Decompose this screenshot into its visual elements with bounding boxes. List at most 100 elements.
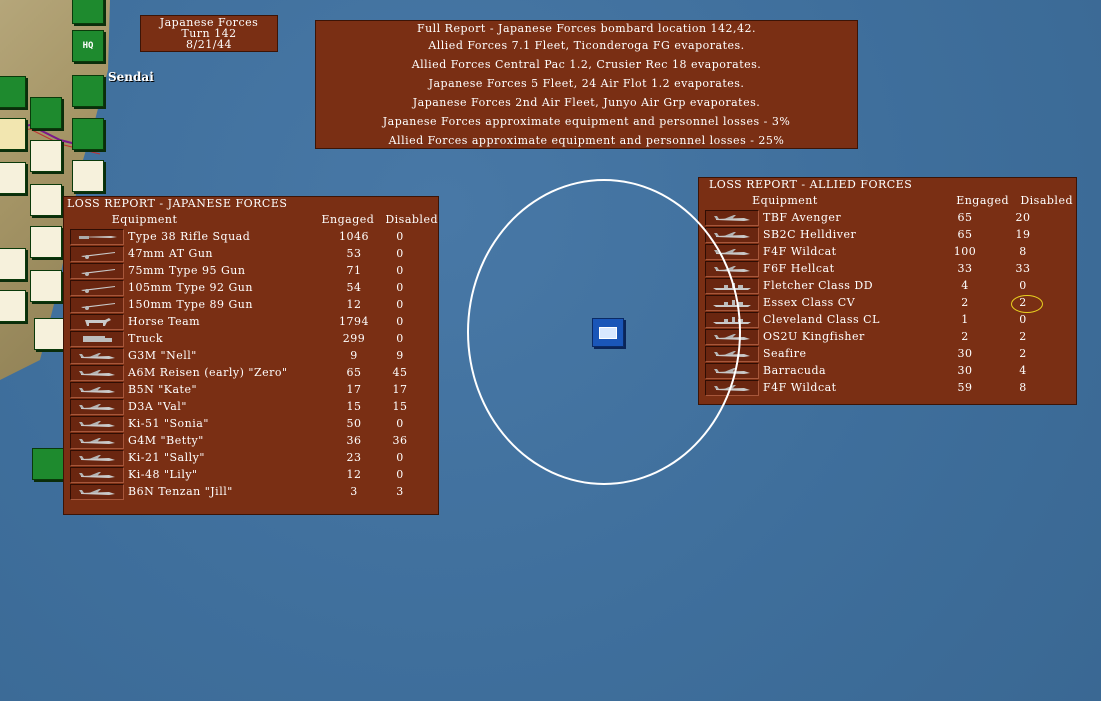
aircraft-icon — [70, 398, 124, 415]
loss-row: G3M "Nell" 9 9 — [64, 347, 438, 364]
equipment-name: Barracuda — [763, 364, 827, 377]
disabled-count: 15 — [392, 400, 408, 413]
disabled-count: 20 — [1015, 211, 1031, 224]
aircraft-icon — [70, 432, 124, 449]
loss-row: B6N Tenzan "Jill" 3 3 — [64, 483, 438, 500]
engaged-count: 1 — [961, 313, 969, 326]
unit-counter[interactable] — [30, 140, 62, 172]
equipment-name: Ki-51 "Sonia" — [128, 417, 209, 430]
equipment-name: B5N "Kate" — [128, 383, 198, 396]
unit-counter[interactable] — [30, 97, 62, 129]
hq-label: HQ — [82, 41, 94, 51]
loss-row: D3A "Val" 15 15 — [64, 398, 438, 415]
col-equipment: Equipment — [752, 194, 818, 207]
col-equipment: Equipment — [111, 213, 178, 226]
turn-info-box: Japanese Forces Turn 142 8/21/44 — [140, 15, 278, 52]
engaged-count: 59 — [957, 381, 973, 394]
equipment-name: G3M "Nell" — [128, 349, 197, 362]
equipment-name: F4F Wildcat — [763, 381, 837, 394]
equipment-name: Essex Class CV — [763, 296, 856, 309]
task-force-icon[interactable] — [592, 318, 624, 347]
engaged-count: 1046 — [339, 230, 369, 243]
unit-counter[interactable] — [0, 290, 26, 322]
unit-counter[interactable] — [72, 75, 104, 107]
unit-counter[interactable] — [72, 0, 104, 24]
engaged-count: 4 — [961, 279, 969, 292]
disabled-count: 3 — [396, 485, 404, 498]
hq-unit-counter[interactable]: HQ — [72, 30, 104, 62]
unit-counter[interactable] — [30, 270, 62, 302]
disabled-count: 0 — [396, 247, 404, 260]
engaged-count: 9 — [350, 349, 358, 362]
engaged-count: 1794 — [339, 315, 369, 328]
equipment-name: SB2C Helldiver — [763, 228, 857, 241]
disabled-count: 19 — [1015, 228, 1031, 241]
equipment-name: B6N Tenzan "Jill" — [128, 485, 233, 498]
engaged-count: 65 — [346, 366, 362, 379]
unit-counter[interactable] — [0, 162, 26, 194]
aircraft-icon — [70, 449, 124, 466]
gun-icon — [70, 262, 124, 279]
engaged-count: 54 — [346, 281, 362, 294]
engaged-count: 71 — [346, 264, 362, 277]
equipment-name: F6F Hellcat — [763, 262, 835, 275]
loss-row: OS2U Kingfisher 2 2 — [699, 328, 1076, 345]
unit-counter[interactable] — [0, 248, 26, 280]
unit-counter[interactable] — [0, 118, 26, 150]
unit-counter[interactable] — [0, 76, 26, 108]
disabled-count: 0 — [396, 315, 404, 328]
disabled-count: 36 — [392, 434, 408, 447]
engaged-count: 100 — [953, 245, 977, 258]
aircraft-icon — [70, 381, 124, 398]
horse-icon — [70, 313, 124, 330]
disabled-count: 0 — [396, 281, 404, 294]
equipment-name: OS2U Kingfisher — [763, 330, 865, 343]
equipment-name: Seafire — [763, 347, 807, 360]
engaged-count: 30 — [957, 364, 973, 377]
disabled-count: 0 — [396, 417, 404, 430]
loss-row: F4F Wildcat 100 8 — [699, 243, 1076, 260]
equipment-name: Ki-48 "Lily" — [128, 468, 198, 481]
disabled-count: 17 — [392, 383, 408, 396]
loss-row: 105mm Type 92 Gun 54 0 — [64, 279, 438, 296]
loss-row: F4F Wildcat 59 8 — [699, 379, 1076, 396]
equipment-name: Fletcher Class DD — [763, 279, 874, 292]
disabled-count: 0 — [396, 468, 404, 481]
loss-row: Type 38 Rifle Squad 1046 0 — [64, 228, 438, 245]
equipment-name: 105mm Type 92 Gun — [128, 281, 253, 294]
col-disabled: Disabled — [385, 213, 438, 226]
disabled-count: 0 — [396, 332, 404, 345]
unit-counter[interactable] — [30, 226, 62, 258]
disabled-count: 8 — [1019, 245, 1027, 258]
engaged-count: 65 — [957, 228, 973, 241]
unit-counter[interactable] — [72, 118, 104, 150]
report-line: Allied Forces approximate equipment and … — [388, 134, 785, 147]
loss-row: Seafire 30 2 — [699, 345, 1076, 362]
engaged-count: 53 — [346, 247, 362, 260]
unit-counter[interactable] — [30, 184, 62, 216]
aircraft-icon — [705, 209, 759, 226]
loss-row: G4M "Betty" 36 36 — [64, 432, 438, 449]
loss-report-title: LOSS REPORT - ALLIED FORCES — [709, 178, 913, 191]
loss-row: Ki-21 "Sally" 23 0 — [64, 449, 438, 466]
full-report-panel: Full Report - Japanese Forces bombard lo… — [315, 20, 858, 149]
engaged-count: 299 — [342, 332, 366, 345]
allied-loss-report: LOSS REPORT - ALLIED FORCES Equipment En… — [698, 177, 1077, 405]
unit-counter[interactable] — [34, 318, 66, 350]
engaged-count: 33 — [957, 262, 973, 275]
loss-row: Fletcher Class DD 4 0 — [699, 277, 1076, 294]
loss-row: F6F Hellcat 33 33 — [699, 260, 1076, 277]
engaged-count: 50 — [346, 417, 362, 430]
city-label: Sendai — [108, 70, 154, 84]
engaged-count: 30 — [957, 347, 973, 360]
equipment-name: Cleveland Class CL — [763, 313, 880, 326]
loss-report-columns: Equipment Engaged Disabled — [699, 192, 1076, 209]
unit-counter[interactable] — [32, 448, 64, 480]
engaged-count: 23 — [346, 451, 362, 464]
disabled-count: 0 — [396, 230, 404, 243]
engaged-count: 36 — [346, 434, 362, 447]
unit-counter[interactable] — [72, 160, 104, 192]
loss-report-title: LOSS REPORT - JAPANESE FORCES — [67, 197, 288, 210]
engaged-count: 3 — [350, 485, 358, 498]
loss-report-columns: Equipment Engaged Disabled — [64, 211, 438, 228]
